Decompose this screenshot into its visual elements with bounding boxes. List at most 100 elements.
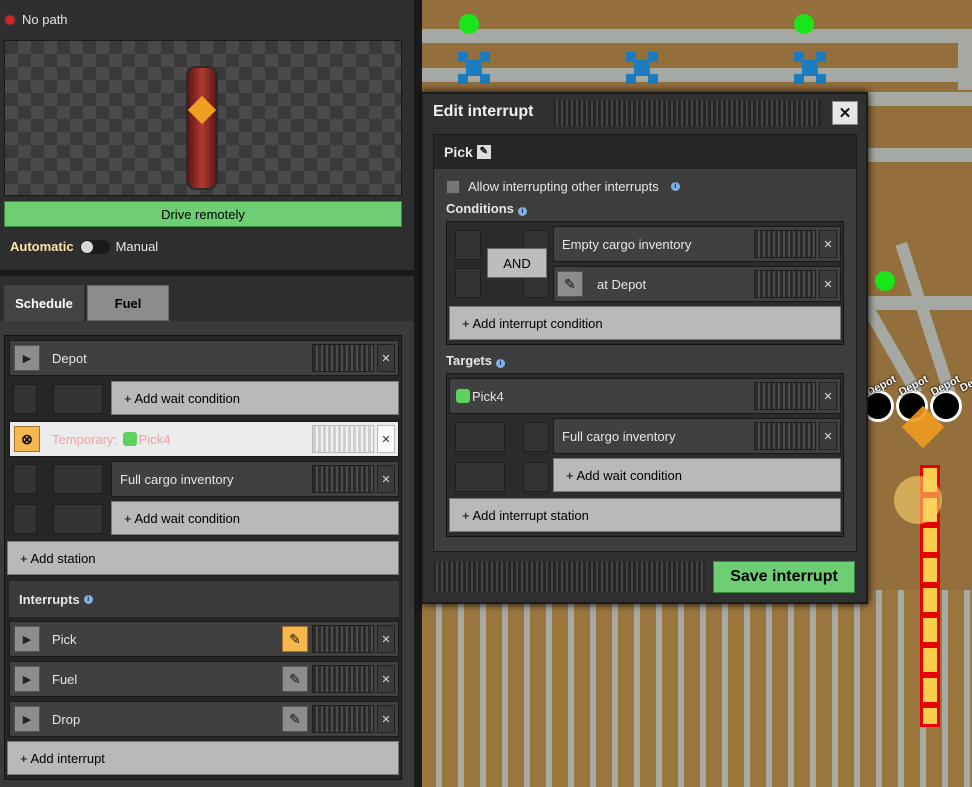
allow-interrupting-row[interactable]: Allow interrupting other interrupts i [446, 179, 680, 194]
empty-slot [455, 268, 481, 298]
pencil-icon[interactable]: ✎ [282, 666, 308, 692]
info-icon[interactable]: i [496, 359, 505, 368]
add-wait-condition-button[interactable]: + Add wait condition [111, 501, 399, 535]
close-icon[interactable]: ✕ [377, 665, 395, 693]
conditions-label: Conditions i [446, 201, 527, 216]
map-road [420, 29, 972, 43]
mode-switch: Automatic Manual [10, 239, 158, 254]
close-icon[interactable]: ✕ [377, 705, 395, 733]
signal-dot [794, 14, 814, 34]
pencil-icon[interactable]: ✎ [282, 706, 308, 732]
signal-dot [459, 14, 479, 34]
schedule-station-temporary[interactable]: ⊗ Temporary: Pick4 ✕ [9, 421, 399, 457]
drag-handle[interactable] [312, 705, 374, 733]
allow-interrupting-label: Allow interrupting other interrupts [468, 179, 659, 194]
dialog-footer-drag[interactable] [433, 562, 705, 592]
station-label: Depot [52, 350, 87, 366]
target-station-pick4[interactable]: Pick4 ✕ [449, 378, 841, 414]
targets-label: Targets i [446, 353, 505, 368]
pencil-icon[interactable]: ✎ [282, 626, 308, 652]
condition-empty-cargo[interactable]: Empty cargo inventory ✕ [553, 226, 841, 262]
drag-handle[interactable] [312, 344, 374, 372]
drag-handle[interactable] [754, 230, 816, 258]
close-icon[interactable]: ✕ [832, 101, 858, 125]
pencil-icon[interactable]: ✎ [476, 145, 491, 159]
close-icon[interactable]: ✕ [819, 382, 837, 410]
interrupt-item-fuel[interactable]: ▶ Fuel ✎ ✕ [9, 661, 399, 697]
close-icon[interactable]: ✕ [377, 465, 395, 493]
interrupt-editor: Pick ✎ Allow interrupting other interrupt… [433, 134, 857, 552]
empty-slot [455, 422, 505, 452]
mode-toggle[interactable] [79, 239, 110, 254]
save-interrupt-button[interactable]: Save interrupt [713, 561, 855, 593]
train-panel: No path Drive remotely Automatic Manual … [0, 0, 414, 787]
add-wait-condition-button[interactable]: + Add wait condition [111, 381, 399, 415]
map-road [958, 40, 972, 90]
empty-slot [13, 384, 37, 414]
close-icon[interactable]: ✕ [819, 422, 837, 450]
drag-handle[interactable] [312, 665, 374, 693]
close-icon[interactable]: ✕ [377, 425, 395, 453]
interrupt-name: Pick [444, 144, 473, 160]
divider [0, 270, 414, 276]
drag-handle[interactable] [754, 382, 816, 410]
and-toggle-button[interactable]: AND [487, 248, 547, 278]
empty-slot [53, 384, 103, 414]
pencil-icon[interactable]: ✎ [557, 271, 583, 297]
map-road [866, 148, 972, 162]
interrupt-label: Drop [52, 711, 81, 727]
close-icon[interactable]: ✕ [819, 270, 837, 298]
add-station-button[interactable]: + Add station [7, 541, 399, 575]
play-icon[interactable]: ▶ [14, 706, 40, 732]
conditions-text: Conditions [446, 201, 514, 216]
conditions-frame: AND Empty cargo inventory ✕ ✎ at Depot ✕… [446, 221, 844, 345]
locomotive-image [186, 66, 218, 190]
cancel-icon[interactable]: ⊗ [14, 426, 40, 452]
add-interrupt-condition-button[interactable]: + Add interrupt condition [449, 306, 841, 340]
close-icon[interactable]: ✕ [377, 344, 395, 372]
info-icon[interactable]: i [83, 594, 93, 604]
info-icon[interactable]: i [670, 182, 680, 191]
interrupt-item-pick[interactable]: ▶ Pick ✎ ✕ [9, 621, 399, 657]
drag-handle[interactable] [754, 270, 816, 298]
condition-label: Full cargo inventory [120, 471, 234, 487]
interrupt-label: Pick [52, 631, 77, 647]
status-row: No path [6, 12, 68, 27]
interrupts-title: Interrupts [19, 591, 80, 607]
condition-at-depot[interactable]: ✎ at Depot ✕ [553, 266, 841, 302]
play-icon[interactable]: ▶ [14, 666, 40, 692]
add-interrupt-button[interactable]: + Add interrupt [7, 741, 399, 775]
automatic-label: Automatic [10, 239, 74, 254]
status-text: No path [22, 12, 68, 27]
cargo-icon [456, 388, 470, 403]
add-interrupt-station-button[interactable]: + Add interrupt station [449, 498, 841, 532]
close-icon[interactable]: ✕ [377, 625, 395, 653]
map-road [420, 68, 972, 82]
play-icon[interactable]: ▶ [14, 345, 40, 371]
allow-interrupting-checkbox[interactable] [446, 179, 460, 194]
map-rails-area [420, 590, 972, 787]
drag-handle[interactable] [312, 625, 374, 653]
close-icon[interactable]: ✕ [819, 230, 837, 258]
condition-label: Empty cargo inventory [562, 236, 692, 252]
condition-label: at Depot [597, 276, 647, 292]
drive-remotely-button[interactable]: Drive remotely [4, 201, 402, 227]
cargo-icon [122, 431, 137, 446]
empty-slot [455, 462, 505, 492]
drag-handle[interactable] [312, 465, 374, 493]
dialog-drag-handle[interactable] [553, 100, 821, 126]
drag-handle[interactable] [312, 425, 374, 453]
target-condition-full-cargo[interactable]: Full cargo inventory ✕ [553, 418, 841, 454]
tab-schedule[interactable]: Schedule [4, 285, 84, 321]
wait-condition-full-cargo[interactable]: Full cargo inventory ✕ [111, 461, 399, 497]
tab-fuel[interactable]: Fuel [87, 285, 169, 321]
interrupt-label: Fuel [52, 671, 78, 687]
schedule-station-depot[interactable]: ▶ Depot ✕ [9, 340, 399, 376]
status-indicator-icon [6, 15, 14, 24]
add-wait-condition-button[interactable]: + Add wait condition [553, 458, 841, 492]
target-station-label: Pick4 [454, 388, 754, 404]
play-icon[interactable]: ▶ [14, 626, 40, 652]
drag-handle[interactable] [754, 422, 816, 450]
interrupt-item-drop[interactable]: ▶ Drop ✎ ✕ [9, 701, 399, 737]
info-icon[interactable]: i [517, 207, 527, 216]
